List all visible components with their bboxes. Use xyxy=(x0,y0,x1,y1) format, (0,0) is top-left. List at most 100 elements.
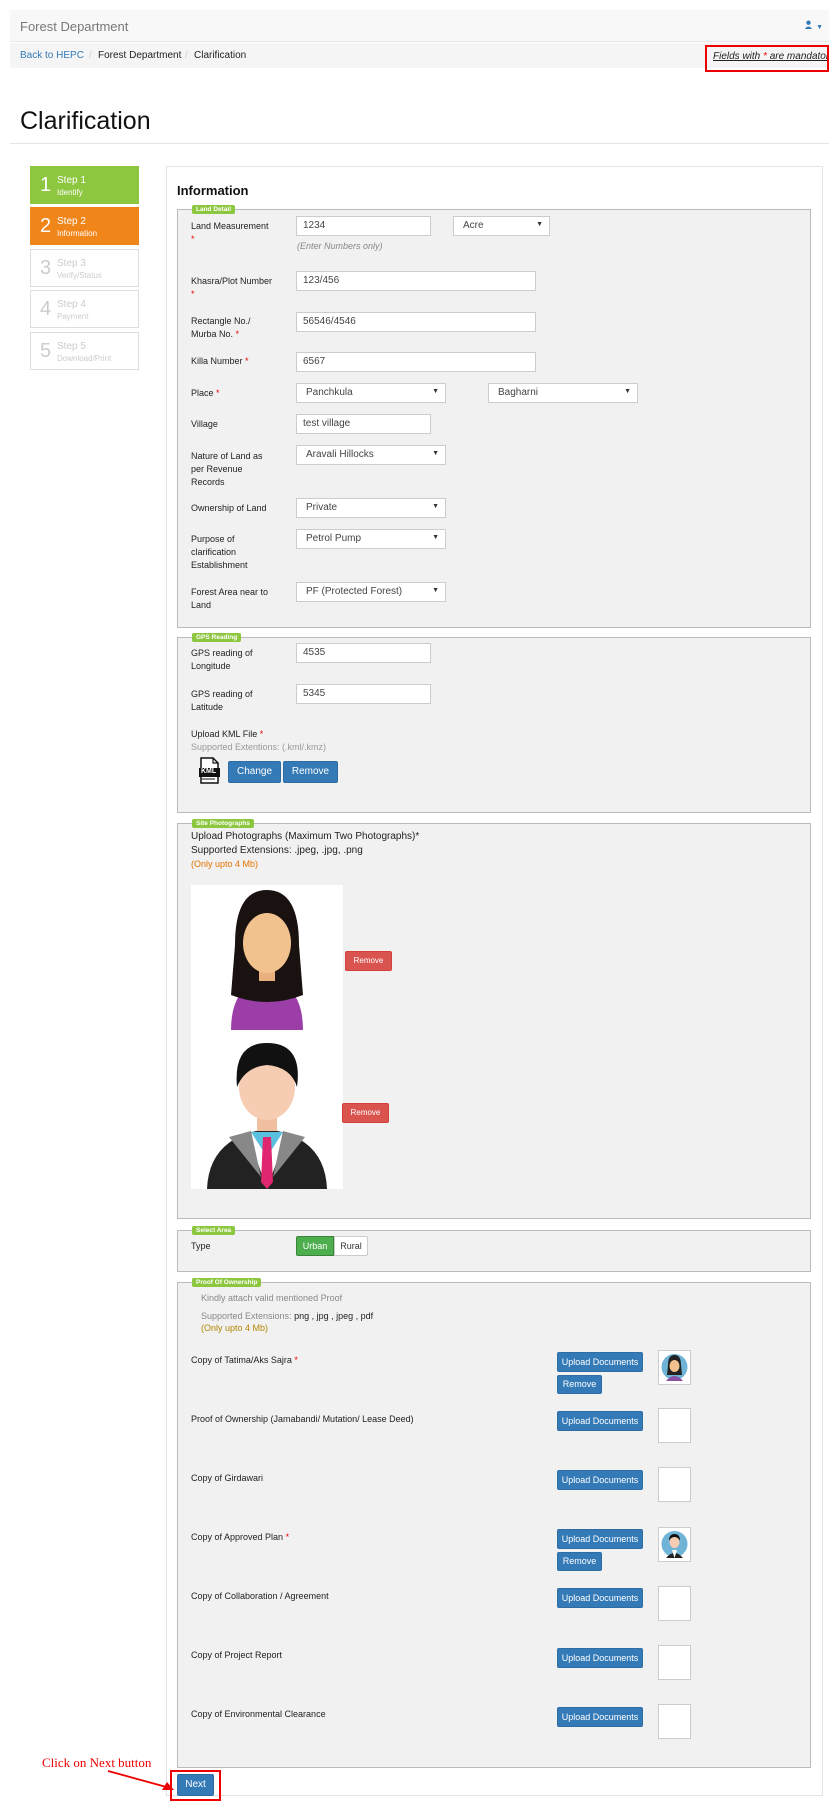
doc-label-girdawari: Copy of Girdawari xyxy=(191,1473,264,1483)
photo-extensions: Supported Extensions: .jpeg, .jpg, .png xyxy=(191,845,363,856)
label-text: GPS reading of xyxy=(191,648,253,658)
breadcrumb-back-hepc[interactable]: Back to HEPC xyxy=(20,50,84,61)
step-subtitle: Identify xyxy=(57,188,83,197)
jamabandi-preview xyxy=(658,1408,691,1443)
upload-project-report-button[interactable]: Upload Documents xyxy=(557,1648,643,1668)
land-measurement-label: Land Measurement * xyxy=(191,220,269,246)
doc-label-tatima: Copy of Tatima/Aks Sajra * xyxy=(191,1354,298,1367)
remove-kml-button[interactable]: Remove xyxy=(283,761,338,783)
project-report-preview xyxy=(658,1645,691,1680)
step-subtitle: Download/Print xyxy=(57,354,112,363)
area-urban-toggle[interactable]: Urban xyxy=(296,1236,334,1256)
step-number: 4 xyxy=(40,298,52,320)
required-star: * xyxy=(294,1355,298,1365)
remove-tatima-button[interactable]: Remove xyxy=(557,1375,602,1394)
khasra-input[interactable]: 123/456 xyxy=(296,271,536,291)
step-title: Step 3 xyxy=(57,258,86,269)
dropdown-arrow-icon: ▼ xyxy=(536,221,543,228)
label-text: Longitude xyxy=(191,661,231,671)
uploaded-photo-female xyxy=(191,885,343,1037)
navbar-brand[interactable]: Forest Department xyxy=(20,19,128,34)
gps-legend: GPS Reading xyxy=(192,633,242,642)
forest-area-select[interactable]: PF (Protected Forest) ▼ xyxy=(296,582,446,602)
remove-photo-1-button[interactable]: Remove xyxy=(345,951,392,971)
place-label: Place * xyxy=(191,387,220,400)
purpose-label: Purpose of clarification Establishment xyxy=(191,533,248,572)
land-measurement-input[interactable]: 1234 xyxy=(296,216,431,236)
proof-ownership-legend: Proof Of Ownership xyxy=(192,1278,262,1287)
doc-label-project-report: Copy of Project Report xyxy=(191,1650,283,1660)
select-value: Aravali Hillocks xyxy=(306,449,374,460)
mandatory-note-prefix: Fields with xyxy=(713,51,764,62)
nature-select[interactable]: Aravali Hillocks ▼ xyxy=(296,445,446,465)
longitude-label: GPS reading of Longitude xyxy=(191,647,253,673)
doc-label-collaboration: Copy of Collaboration / Agreement xyxy=(191,1591,329,1601)
step-3[interactable]: 3 Step 3 Verify/Status xyxy=(30,249,139,287)
caret-down-icon: ▼ xyxy=(816,24,823,31)
upload-jamabandi-button[interactable]: Upload Documents xyxy=(557,1411,643,1431)
label-text: Copy of Tatima/Aks Sajra xyxy=(191,1355,292,1365)
user-menu[interactable]: ▼ xyxy=(804,20,823,32)
label-text: clarification xyxy=(191,547,237,557)
kml-icon-label: KML xyxy=(201,768,217,775)
doc-label-jamabandi: Proof of Ownership (Jamabandi/ Mutation/… xyxy=(191,1414,414,1424)
gps-fieldset xyxy=(177,637,811,813)
label-text: Khasra/Plot Number xyxy=(191,276,273,286)
photo-instructions: Upload Photographs (Maximum Two Photogra… xyxy=(191,831,420,842)
label-text: Purpose of xyxy=(191,534,235,544)
step-number: 2 xyxy=(40,215,52,237)
step-subtitle: Payment xyxy=(57,312,89,321)
place-block-select[interactable]: Bagharni ▼ xyxy=(488,383,638,403)
required-star: * xyxy=(191,289,195,299)
breadcrumb-forest-department[interactable]: Forest Department xyxy=(98,50,181,61)
step-1[interactable]: 1 Step 1 Identify xyxy=(30,166,139,204)
select-value: Panchkula xyxy=(306,387,353,398)
step-5[interactable]: 5 Step 5 Download/Print xyxy=(30,332,139,370)
dropdown-arrow-icon: ▼ xyxy=(624,388,631,395)
kml-label: Upload KML File * xyxy=(191,728,263,741)
remove-photo-2-button[interactable]: Remove xyxy=(342,1103,389,1123)
upload-approved-plan-button[interactable]: Upload Documents xyxy=(557,1529,643,1549)
upload-environmental-button[interactable]: Upload Documents xyxy=(557,1707,643,1727)
latitude-input[interactable]: 5345 xyxy=(296,684,431,704)
tatima-preview xyxy=(658,1350,691,1385)
next-button[interactable]: Next xyxy=(177,1774,214,1796)
step-2[interactable]: 2 Step 2 Information xyxy=(30,207,139,245)
village-label: Village xyxy=(191,419,218,429)
select-value: Acre xyxy=(463,220,484,231)
step-4[interactable]: 4 Step 4 Payment xyxy=(30,290,139,328)
village-input[interactable]: test village xyxy=(296,414,431,434)
change-kml-button[interactable]: Change xyxy=(228,761,281,783)
step-number: 3 xyxy=(40,257,52,279)
ownership-select[interactable]: Private ▼ xyxy=(296,498,446,518)
doc-label-approved-plan: Copy of Approved Plan * xyxy=(191,1531,289,1544)
rectangle-input[interactable]: 56546/4546 xyxy=(296,312,536,332)
longitude-input[interactable]: 4535 xyxy=(296,643,431,663)
label-text: Land Measurement xyxy=(191,221,269,231)
required-star: * xyxy=(259,729,264,739)
top-navbar: Forest Department ▼ xyxy=(10,10,829,42)
killa-input[interactable]: 6567 xyxy=(296,352,536,372)
select-area-fieldset xyxy=(177,1230,811,1272)
purpose-select[interactable]: Petrol Pump ▼ xyxy=(296,529,446,549)
breadcrumb-separator: / xyxy=(89,50,92,61)
area-rural-toggle[interactable]: Rural xyxy=(334,1236,368,1256)
upload-girdawari-button[interactable]: Upload Documents xyxy=(557,1470,643,1490)
label-text: Copy of Approved Plan xyxy=(191,1532,284,1542)
label-text: Records xyxy=(191,477,225,487)
label-text: Upload KML File xyxy=(191,729,258,739)
remove-approved-plan-button[interactable]: Remove xyxy=(557,1552,602,1571)
land-detail-legend: Land Detail xyxy=(192,205,236,214)
label-text: Establishment xyxy=(191,560,248,570)
site-photographs-legend: Site Photographs xyxy=(192,819,254,828)
label-text: per Revenue xyxy=(191,464,243,474)
label-text: Nature of Land as xyxy=(191,451,263,461)
required-star: * xyxy=(216,388,220,398)
step-number: 5 xyxy=(40,340,52,362)
proof-note: Kindly attach valid mentioned Proof xyxy=(201,1293,343,1303)
place-district-select[interactable]: Panchkula ▼ xyxy=(296,383,446,403)
label-text: Land xyxy=(191,600,212,610)
land-unit-select[interactable]: Acre ▼ xyxy=(453,216,550,236)
upload-tatima-button[interactable]: Upload Documents xyxy=(557,1352,643,1372)
upload-collaboration-button[interactable]: Upload Documents xyxy=(557,1588,643,1608)
